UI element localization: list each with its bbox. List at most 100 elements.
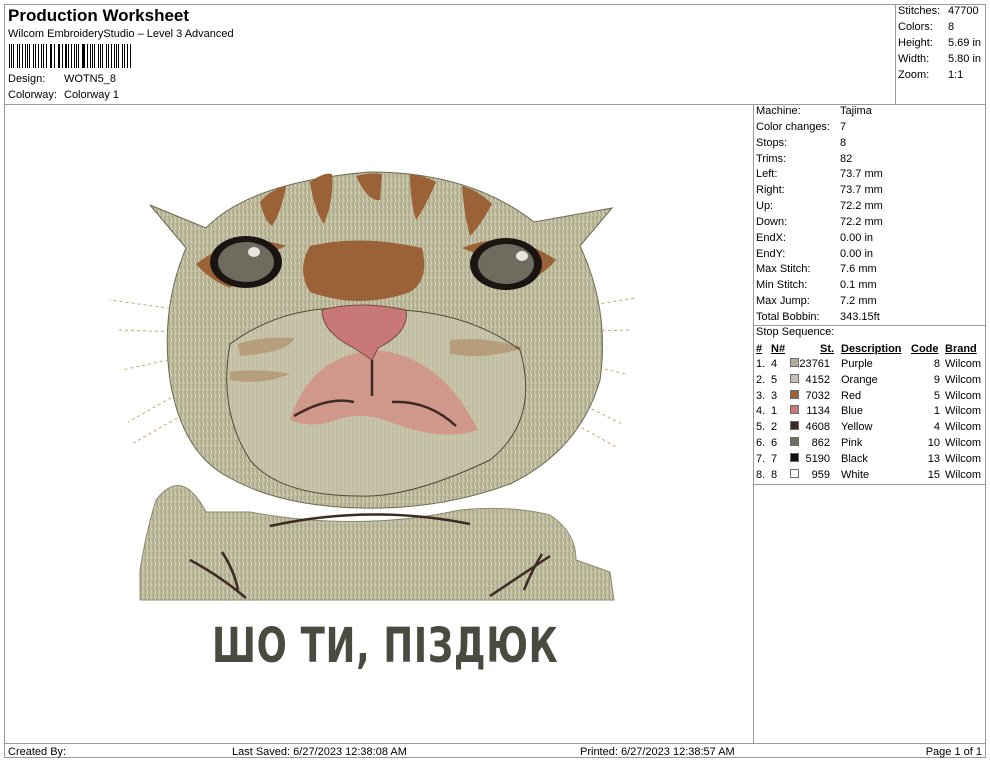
stop-index: 2. [756,373,766,386]
stop-brand: Wilcom [945,373,982,386]
stop-needle: 4 [771,358,778,370]
machine-info-row: Up: 72.2 mm [756,200,883,212]
stop-color-name: White [841,468,870,481]
stop-needle: 8 [771,468,778,481]
color-swatch [790,373,799,383]
stop-color-code: 1 [933,405,940,418]
stop-stitch-count: 23761 [799,358,830,370]
machine-info-row: Max Stitch: 7.6 mm [756,263,877,275]
stop-brand: Wilcom [945,437,982,449]
stop-sequence-row: 3. 3 7032 Red 5 Wilcom [754,389,986,406]
color-swatch [790,421,799,431]
embroidery-design-preview [110,171,637,601]
footer-last-saved: Last Saved: 6/27/2023 12:38:08 AM [232,746,407,758]
stop-stitch-count: 862 [811,437,830,449]
col-index-header: # [756,343,763,355]
barcode-bar [29,44,31,68]
machine-info-row: EndY: 0.00 in [756,248,874,260]
stop-brand: Wilcom [945,452,982,465]
stop-index: 3. [756,389,766,402]
stop-stitch-count: 4608 [805,421,830,434]
barcode-bar [130,44,131,68]
stop-color-code: 8 [933,358,940,370]
colorway-label: Colorway: [8,89,57,101]
stop-color-name: Orange [841,373,878,386]
barcode-bar [94,44,96,68]
colorway-value: Colorway 1 [64,89,120,101]
stop-brand: Wilcom [945,358,982,370]
stop-stitch-count: 5190 [805,452,830,465]
barcode-bar [121,44,124,68]
col-brand-header: Brand [945,343,977,355]
barcode-bar [41,44,43,68]
barcode-bar [9,44,10,68]
stop-color-name: Blue [841,405,864,418]
summary-row: Colors: 8 [898,21,955,33]
stop-stitch-count: 7032 [805,389,830,402]
barcode-bar [75,44,77,68]
stop-color-code: 13 [927,452,940,465]
machine-info-row: Total Bobbin: 343.15ft [756,311,880,323]
barcode-bar [107,44,109,68]
barcode-bar [83,44,85,68]
color-swatch [790,468,799,478]
barcode-bar [115,44,117,68]
stop-brand: Wilcom [945,421,982,434]
barcode-bar [21,44,23,68]
stop-color-code: 5 [933,389,940,402]
col-stitches-header: St. [820,343,835,355]
stop-sequence-row: 2. 5 4152 Orange 9 Wilcom [754,373,986,390]
stop-sequence-row: 4. 1 1134 Blue 1 Wilcom [754,405,986,421]
machine-info-row: Right: 73.7 mm [756,184,883,196]
col-needle-header: N# [771,343,786,355]
stop-needle: 6 [771,437,778,449]
stop-sequence-row: 6. 6 862 Pink 10 Wilcom [754,437,986,453]
machine-info-row: Down: 72.2 mm [756,216,883,228]
color-swatch [790,389,799,399]
stop-brand: Wilcom [945,405,982,418]
stop-color-code: 4 [933,421,940,434]
software-name: Wilcom EmbroideryStudio – Level 3 Advanc… [8,28,234,40]
footer-printed: Printed: 6/27/2023 12:38:57 AM [580,746,735,758]
stop-sequence-title: Stop Sequence: [756,326,835,338]
stop-color-name: Yellow [841,421,873,434]
stop-needle: 2 [771,421,778,434]
stop-needle: 7 [771,452,778,465]
footer-created-by: Created By: [8,746,67,758]
barcode-bar [59,44,60,68]
barcode-bar [16,44,19,68]
barcode-bar [67,44,69,68]
barcode-bar [90,44,91,68]
stop-index: 6. [756,437,766,449]
stop-sequence-row: 5. 2 4608 Yellow 4 Wilcom [754,421,986,437]
machine-info-row: Left: 73.7 mm [756,168,883,180]
cat-eye-left [210,236,282,288]
stop-index: 7. [756,452,766,465]
stop-color-name: Black [841,452,868,465]
footer-page-number: Page 1 of 1 [925,746,982,758]
stop-index: 8. [756,468,766,481]
stop-stitch-count: 959 [811,468,830,481]
summary-row: Zoom: 1:1 [898,69,964,81]
barcode-bar [33,44,35,68]
summary-divider [895,4,896,104]
page-title: Production Worksheet [8,6,190,25]
design-caption: ШО ТИ, ПІЗДЮК [212,618,559,674]
barcode-bar [51,44,53,68]
footer-divider [4,743,986,744]
col-description-header: Description [841,343,902,355]
barcode [9,44,132,68]
machine-info-row: Min Stitch: 0.1 mm [756,279,877,291]
stop-index: 5. [756,421,766,434]
stop-color-code: 10 [927,437,940,449]
stop-stitch-count: 1134 [806,405,830,418]
machine-info-row: Machine: Tajima [756,105,872,117]
stop-needle: 3 [771,389,778,402]
stop-index: 1. [756,358,766,370]
stop-needle: 1 [771,405,778,418]
machine-info-row: Stops: 8 [756,137,847,149]
stop-needle: 5 [771,373,778,386]
machine-info-row: Max Jump: 7.2 mm [756,295,877,307]
stop-color-name: Pink [841,437,863,449]
barcode-bar [102,44,104,68]
